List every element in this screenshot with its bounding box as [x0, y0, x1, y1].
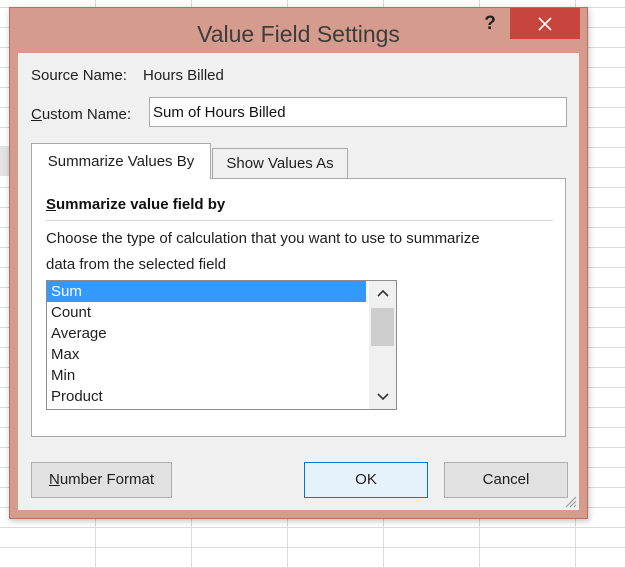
chevron-down-icon	[376, 393, 389, 401]
list-item-min[interactable]: Min	[47, 365, 366, 386]
ok-button[interactable]: OK	[304, 462, 428, 498]
description-line-1: Choose the type of calculation that you …	[46, 230, 480, 247]
listbox-scrollbar[interactable]	[369, 281, 396, 409]
custom-name-label: Custom Name:	[31, 106, 132, 123]
scroll-thumb[interactable]	[371, 308, 394, 346]
summarize-tab-panel: Summarize value field by Choose the type…	[31, 178, 566, 437]
source-name-label: Source Name:	[31, 67, 127, 84]
source-name-value: Hours Billed	[143, 67, 224, 84]
list-item-max[interactable]: Max	[47, 344, 366, 365]
list-item-average[interactable]: Average	[47, 323, 366, 344]
section-divider	[46, 220, 553, 221]
scroll-down-button[interactable]	[369, 387, 396, 407]
list-item-sum[interactable]: Sum	[47, 281, 366, 302]
description-line-2: data from the selected field	[46, 256, 227, 273]
tab-show-values-as[interactable]: Show Values As	[212, 148, 348, 178]
help-button[interactable]: ?	[480, 12, 500, 36]
tab-summarize-values-by[interactable]: Summarize Values By	[31, 143, 211, 179]
value-field-settings-dialog: Value Field Settings ? Source Name: Hour…	[9, 7, 588, 519]
dialog-title: Value Field Settings	[197, 21, 400, 47]
number-format-button[interactable]: Number Format	[31, 462, 172, 498]
list-item-count[interactable]: Count	[47, 302, 366, 323]
section-title: Summarize value field by	[46, 196, 226, 213]
list-item-product[interactable]: Product	[47, 386, 366, 407]
scroll-up-button[interactable]	[369, 283, 396, 303]
resize-grip-icon[interactable]	[563, 494, 577, 508]
cancel-button[interactable]: Cancel	[444, 462, 568, 498]
chevron-up-icon	[376, 289, 389, 297]
close-icon	[538, 17, 552, 31]
close-button[interactable]	[510, 8, 580, 39]
summarize-function-listbox[interactable]: Sum Count Average Max Min Product	[46, 280, 397, 410]
dialog-body: Source Name: Hours Billed Custom Name: S…	[18, 53, 579, 510]
custom-name-input[interactable]	[149, 97, 567, 127]
